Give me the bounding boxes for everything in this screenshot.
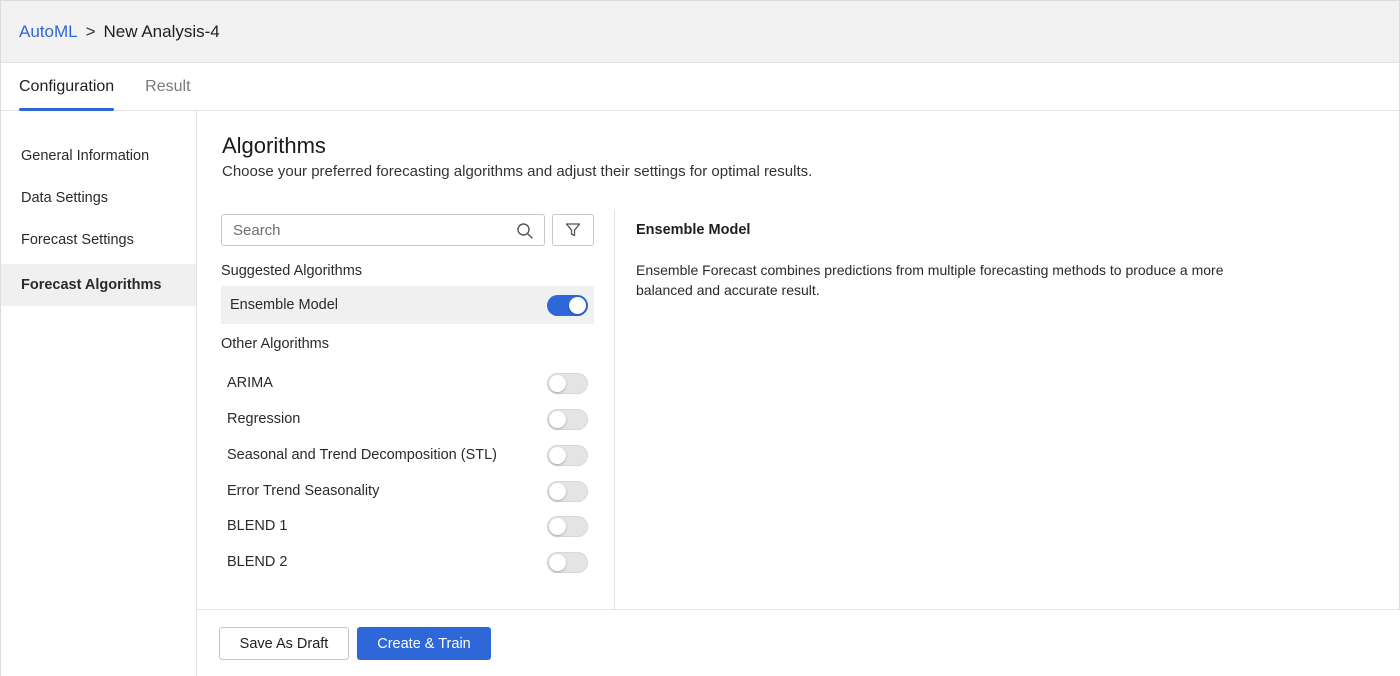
app-window: AutoML > New Analysis-4 Configuration Re…: [0, 0, 1400, 676]
algorithm-label: Error Trend Seasonality: [227, 483, 380, 499]
suggested-algorithms-label: Suggested Algorithms: [221, 263, 363, 279]
algorithm-list-pane: Suggested Algorithms Ensemble Model Othe…: [197, 209, 615, 609]
algorithm-label: ARIMA: [227, 375, 273, 391]
stl-toggle[interactable]: [547, 444, 588, 466]
filter-icon: [565, 223, 581, 237]
algorithm-label: Regression: [227, 411, 301, 427]
detail-description: Ensemble Forecast combines predictions f…: [636, 262, 1224, 298]
algorithm-detail-pane: Ensemble Model Ensemble Forecast combine…: [616, 209, 1400, 609]
search-box: [221, 214, 545, 246]
error-trend-seasonality-toggle[interactable]: [547, 480, 588, 502]
sidebar-item-data-settings[interactable]: Data Settings: [1, 177, 196, 219]
create-and-train-button[interactable]: Create & Train: [357, 627, 491, 660]
detail-title: Ensemble Model: [636, 222, 751, 238]
tab-result[interactable]: Result: [145, 63, 190, 110]
main-content: Algorithms Choose your preferred forecas…: [197, 111, 1400, 609]
algorithm-row-arima[interactable]: ARIMA: [221, 364, 594, 402]
footer-bar: Save As Draft Create & Train: [197, 609, 1400, 676]
blend-1-toggle[interactable]: [547, 515, 588, 537]
breadcrumb-separator: >: [85, 21, 96, 41]
breadcrumb: AutoML > New Analysis-4: [1, 1, 1399, 63]
other-algorithms-label: Other Algorithms: [221, 336, 329, 352]
page-title: Algorithms: [222, 133, 326, 158]
filter-button[interactable]: [552, 214, 594, 246]
tab-configuration[interactable]: Configuration: [19, 63, 115, 111]
arima-toggle[interactable]: [547, 372, 588, 394]
breadcrumb-automl-link[interactable]: AutoML: [19, 22, 78, 42]
algorithm-row-blend-2[interactable]: BLEND 2: [221, 543, 594, 581]
save-as-draft-button[interactable]: Save As Draft: [219, 627, 349, 660]
search-icon[interactable]: [516, 222, 534, 240]
sidebar-item-forecast-algorithms[interactable]: Forecast Algorithms: [1, 264, 196, 306]
search-input[interactable]: [233, 221, 503, 239]
algorithm-row-regression[interactable]: Regression: [221, 400, 594, 438]
regression-toggle[interactable]: [547, 408, 588, 430]
breadcrumb-current: New Analysis-4: [103, 21, 220, 41]
algorithm-row-blend-1[interactable]: BLEND 1: [221, 507, 594, 545]
sidebar: General Information Data Settings Foreca…: [1, 111, 197, 676]
blend-2-toggle[interactable]: [547, 551, 588, 573]
tab-bar: Configuration Result: [1, 63, 1399, 111]
page-subtitle: Choose your preferred forecasting algori…: [222, 163, 813, 180]
algorithm-row-error-trend-seasonality[interactable]: Error Trend Seasonality: [221, 472, 594, 510]
sidebar-item-forecast-settings[interactable]: Forecast Settings: [1, 219, 196, 261]
algorithm-label: BLEND 1: [227, 518, 288, 534]
algorithm-label: Seasonal and Trend Decomposition (STL): [227, 447, 498, 463]
algorithm-label: Ensemble Model: [230, 297, 338, 313]
algorithm-label: BLEND 2: [227, 554, 288, 570]
algorithm-row-ensemble-model[interactable]: Ensemble Model: [221, 286, 594, 324]
ensemble-model-toggle[interactable]: [547, 294, 588, 316]
sidebar-item-general-information[interactable]: General Information: [1, 135, 196, 177]
algorithm-row-stl[interactable]: Seasonal and Trend Decomposition (STL): [221, 436, 594, 474]
